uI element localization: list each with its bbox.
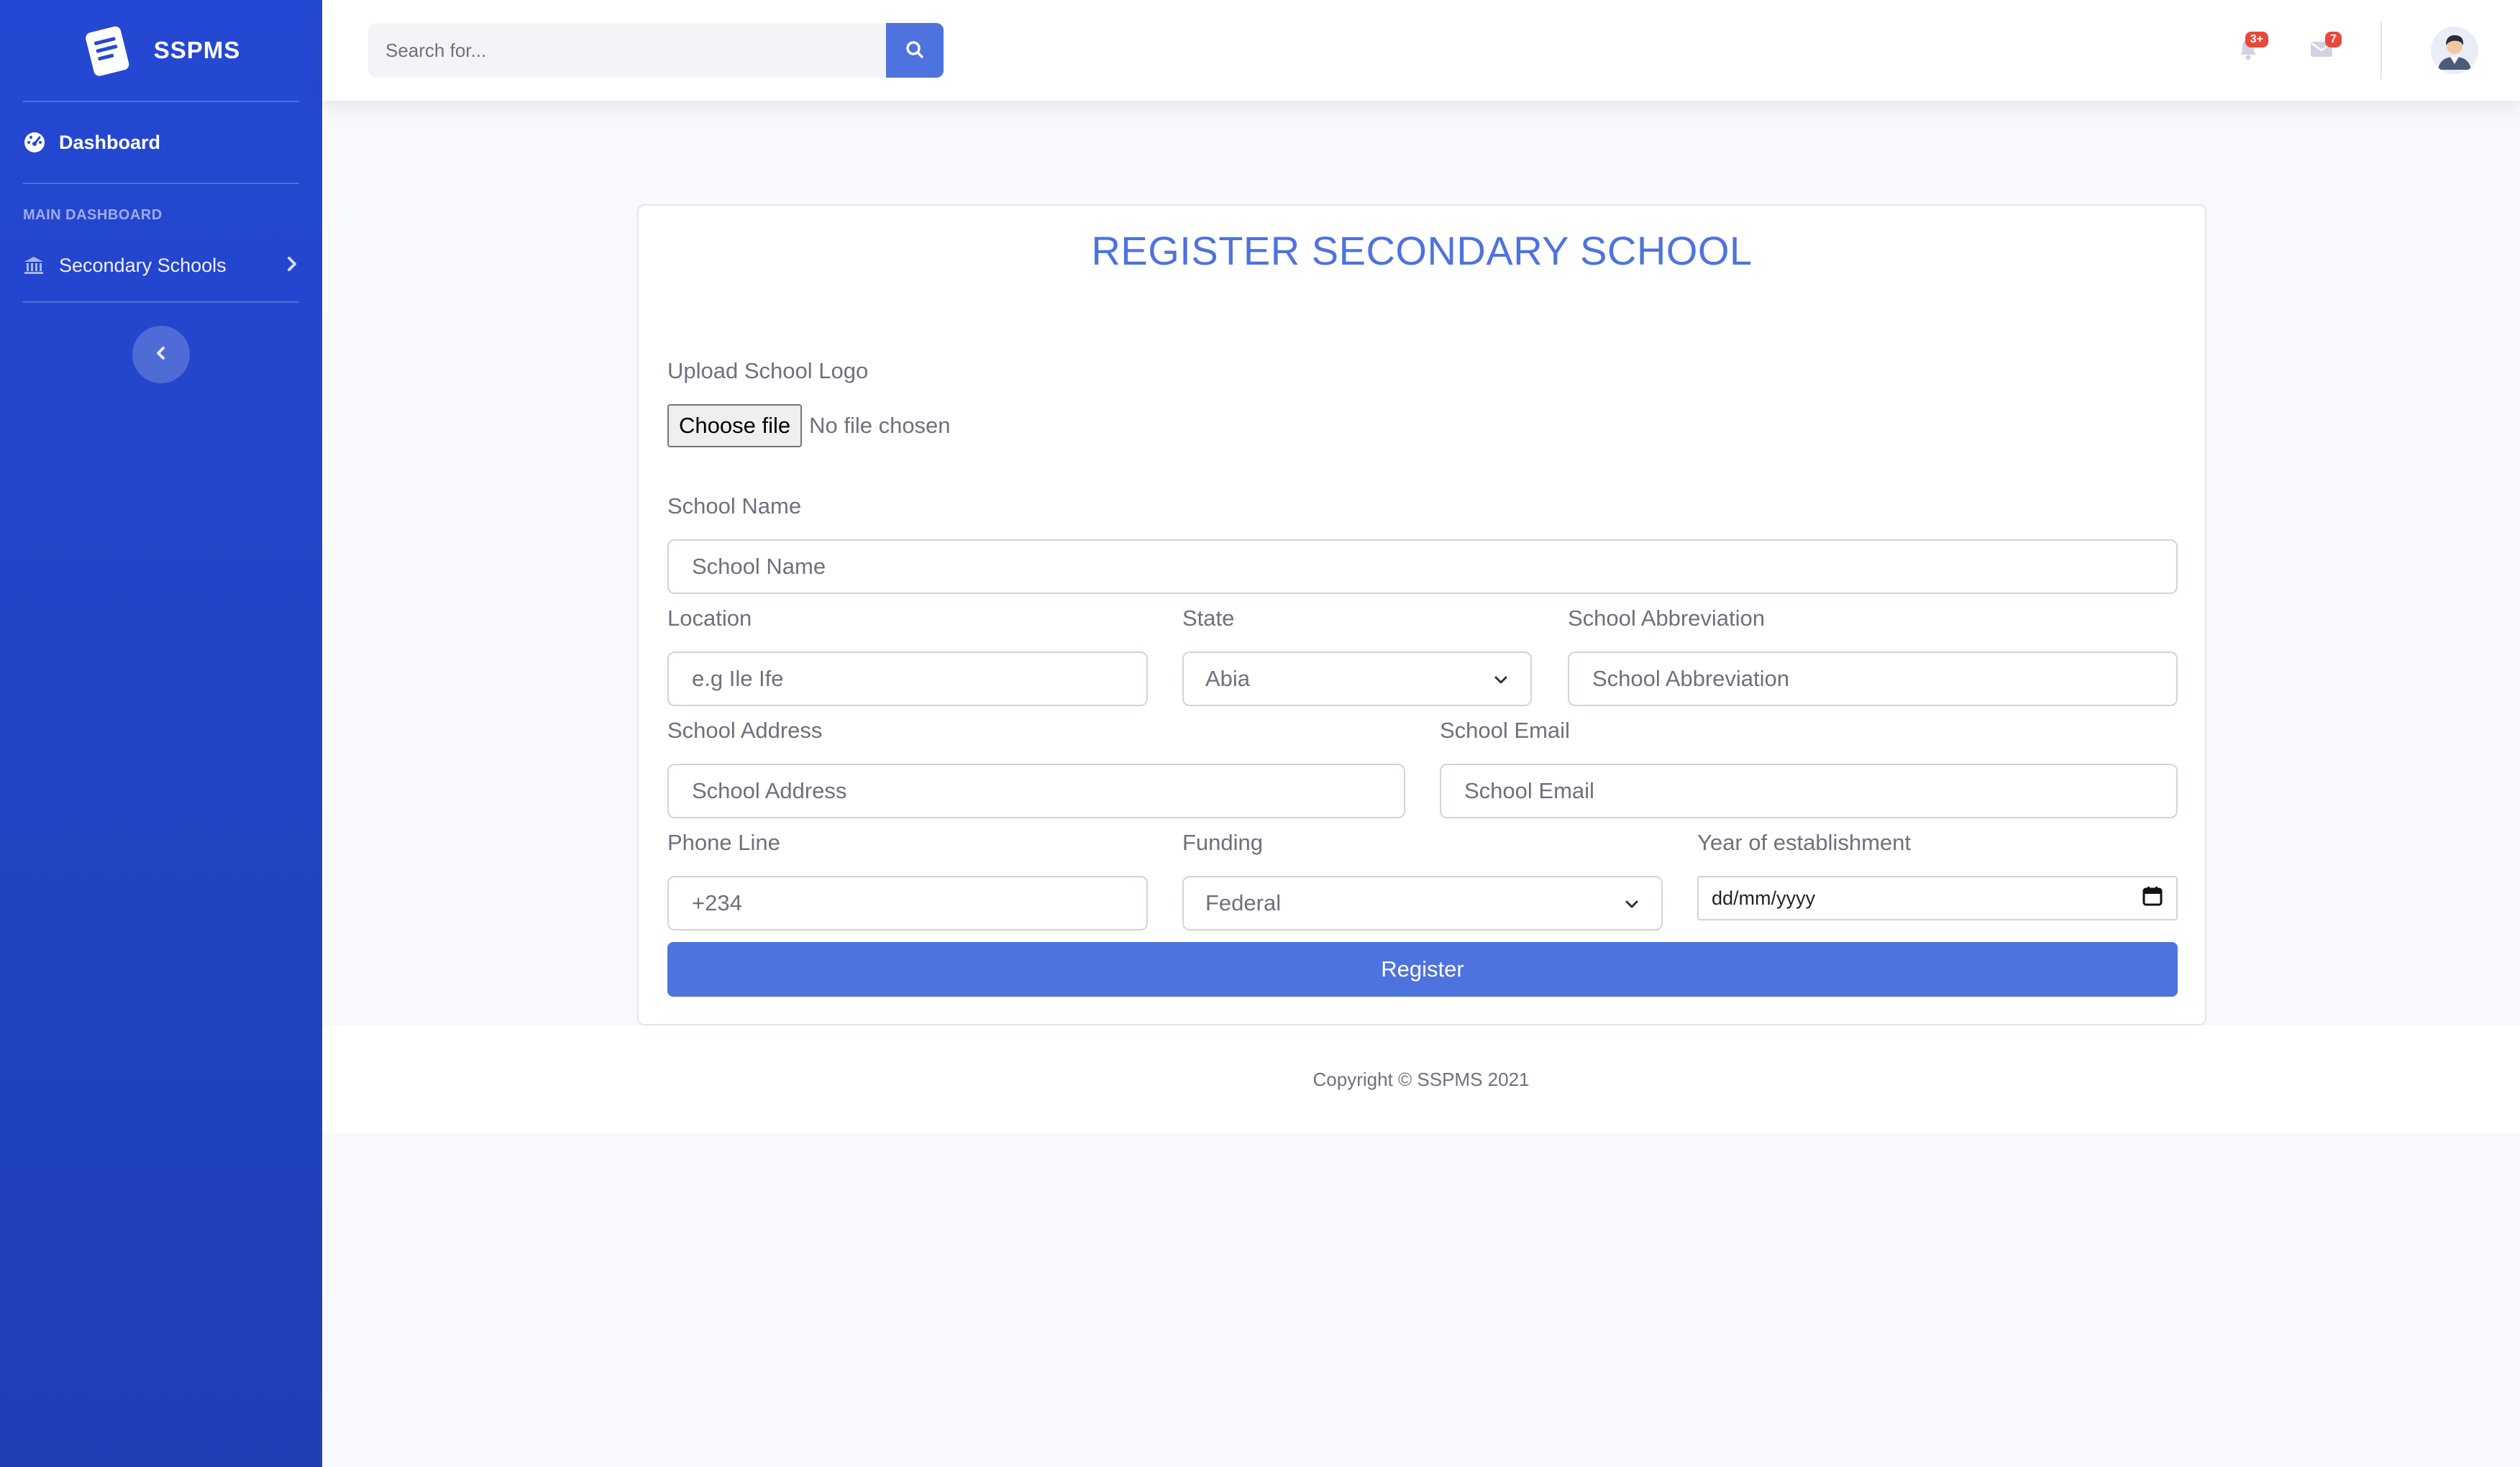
funding-select[interactable]: Federal (1182, 876, 1663, 931)
abbreviation-input[interactable] (1568, 652, 2178, 706)
state-select-value: Abia (1205, 666, 1251, 691)
topbar-divider (2380, 22, 2382, 79)
funding-label: Funding (1182, 830, 1264, 855)
alerts-badge: 3+ (2245, 32, 2268, 47)
chevron-right-icon (285, 255, 299, 276)
messages-badge: 7 (2325, 32, 2342, 47)
date-placeholder: dd/mm/yyyy (1712, 887, 1816, 909)
file-status-text: No file chosen (809, 413, 951, 438)
email-input[interactable] (1440, 764, 2178, 818)
copyright-text: Copyright © SSPMS 2021 (1312, 1068, 1530, 1090)
chevron-down-icon (1493, 666, 1509, 692)
logo-upload-label: Upload School Logo (667, 358, 869, 383)
abbreviation-label: School Abbreviation (1568, 605, 1766, 631)
school-name-input[interactable] (667, 539, 2178, 594)
sidebar: SSPMS Dashboard MAIN DASHBOARD Secondary… (0, 0, 322, 1467)
footer: Copyright © SSPMS 2021 (322, 1025, 2520, 1133)
email-label: School Email (1440, 718, 1570, 743)
year-established-label: Year of establishment (1697, 830, 1911, 855)
sidebar-divider (23, 183, 299, 184)
register-button[interactable]: Register (667, 942, 2178, 997)
messages-button[interactable]: 7 (2300, 32, 2343, 69)
location-input[interactable] (667, 652, 1148, 706)
sidebar-item-label: Secondary Schools (59, 254, 227, 276)
brand[interactable]: SSPMS (0, 0, 322, 101)
school-name-label: School Name (667, 493, 802, 518)
year-established-input[interactable]: dd/mm/yyyy (1697, 876, 2178, 920)
funding-select-value: Federal (1205, 890, 1282, 915)
page-title: REGISTER SECONDARY SCHOOL (1091, 228, 1753, 273)
sidebar-item-dashboard[interactable]: Dashboard (0, 102, 322, 183)
document-logo-icon (82, 23, 134, 78)
address-input[interactable] (667, 764, 1405, 818)
state-select[interactable]: Abia (1182, 652, 1532, 706)
alerts-button[interactable]: 3+ (2227, 32, 2270, 69)
sidebar-toggle-button[interactable] (132, 326, 190, 383)
search-bar (368, 23, 944, 78)
search-input[interactable] (368, 23, 886, 78)
sidebar-item-label: Dashboard (59, 131, 161, 153)
choose-file-button[interactable]: Choose file (667, 404, 803, 447)
user-avatar-icon (2431, 27, 2478, 74)
sidebar-item-secondary-schools[interactable]: Secondary Schools (0, 229, 322, 301)
search-icon (905, 40, 925, 62)
register-school-card: REGISTER SECONDARY SCHOOL Upload School … (637, 204, 2206, 1025)
chevron-left-icon (154, 344, 168, 365)
chevron-down-icon (1624, 890, 1640, 916)
user-avatar[interactable] (2431, 27, 2478, 74)
tachometer-icon (23, 130, 47, 155)
sidebar-divider (23, 301, 299, 303)
university-icon (23, 253, 47, 278)
logo-upload-field: Choose file No file chosen (667, 404, 951, 447)
address-label: School Address (667, 718, 823, 743)
brand-name: SSPMS (153, 37, 241, 63)
calendar-icon (2142, 885, 2163, 912)
state-label: State (1182, 605, 1235, 631)
sidebar-section-heading: MAIN DASHBOARD (23, 207, 163, 223)
location-label: Location (667, 605, 752, 631)
phone-label: Phone Line (667, 830, 780, 855)
search-button[interactable] (886, 23, 944, 78)
topbar: 3+ 7 (322, 0, 2520, 101)
phone-input[interactable] (667, 876, 1148, 931)
